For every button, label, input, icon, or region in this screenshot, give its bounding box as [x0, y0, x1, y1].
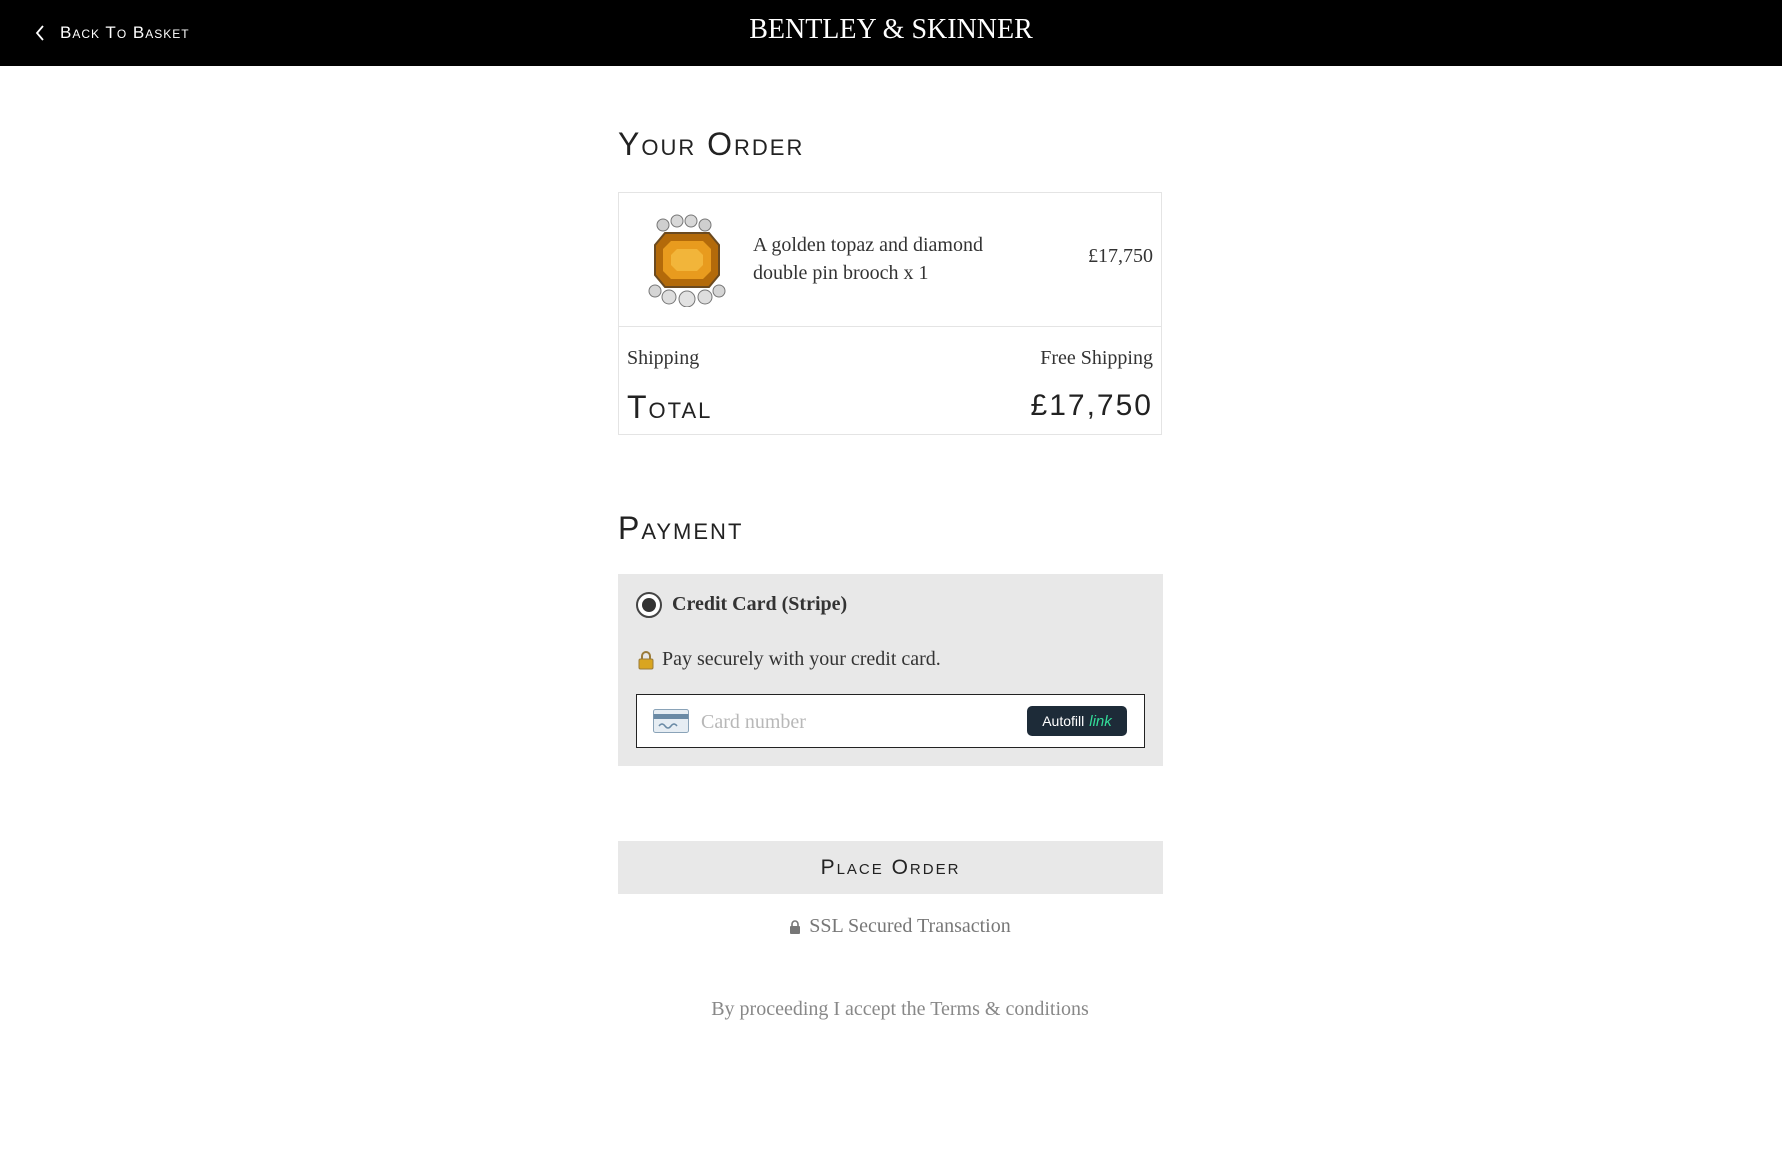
terms-prefix: By proceeding I accept the	[711, 998, 926, 1020]
payment-heading: Payment	[618, 510, 744, 546]
credit-card-icon	[653, 709, 689, 733]
shipping-label: Shipping	[627, 347, 700, 369]
secure-note-text: Pay securely with your credit card.	[662, 648, 941, 670]
total-value: £17,750	[1030, 389, 1153, 422]
terms-note: By proceeding I accept the Terms & condi…	[0, 998, 1782, 1021]
payment-method-panel: Credit Card (Stripe) Pay securely with y…	[618, 574, 1163, 766]
card-number-input[interactable]	[699, 707, 1003, 737]
ssl-note-text: SSL Secured Transaction	[809, 915, 1011, 937]
terms-link[interactable]: Terms & conditions	[930, 998, 1089, 1020]
ssl-note: SSL Secured Transaction	[0, 915, 1782, 938]
item-name: A golden topaz and diamond double pin br…	[753, 234, 983, 284]
credit-card-label[interactable]: Credit Card (Stripe)	[672, 593, 847, 616]
order-summary: A golden topaz and diamond double pin br…	[618, 192, 1162, 435]
autofill-link-button[interactable]: Autofill link	[1027, 706, 1127, 736]
card-number-field[interactable]: Autofill link	[636, 694, 1145, 748]
top-bar: Back To Basket BENTLEY & SKINNER	[0, 0, 1782, 66]
shipping-value: Free Shipping	[1040, 347, 1153, 369]
item-price: £17,750	[1088, 245, 1153, 267]
secure-note: Pay securely with your credit card.	[636, 648, 941, 671]
credit-card-radio[interactable]	[636, 592, 662, 618]
padlock-key-icon	[638, 650, 654, 669]
autofill-label: Autofill	[1042, 713, 1085, 729]
link-brand-label: link	[1089, 712, 1112, 730]
order-item-row: A golden topaz and diamond double pin br…	[619, 193, 1161, 327]
lock-icon	[790, 919, 801, 934]
brand-logo[interactable]: BENTLEY & SKINNER	[0, 14, 1782, 46]
your-order-heading: Your Order	[618, 126, 805, 162]
total-label: Total	[627, 389, 713, 425]
product-thumbnail	[648, 214, 726, 307]
place-order-button[interactable]: Place Order	[618, 841, 1163, 894]
